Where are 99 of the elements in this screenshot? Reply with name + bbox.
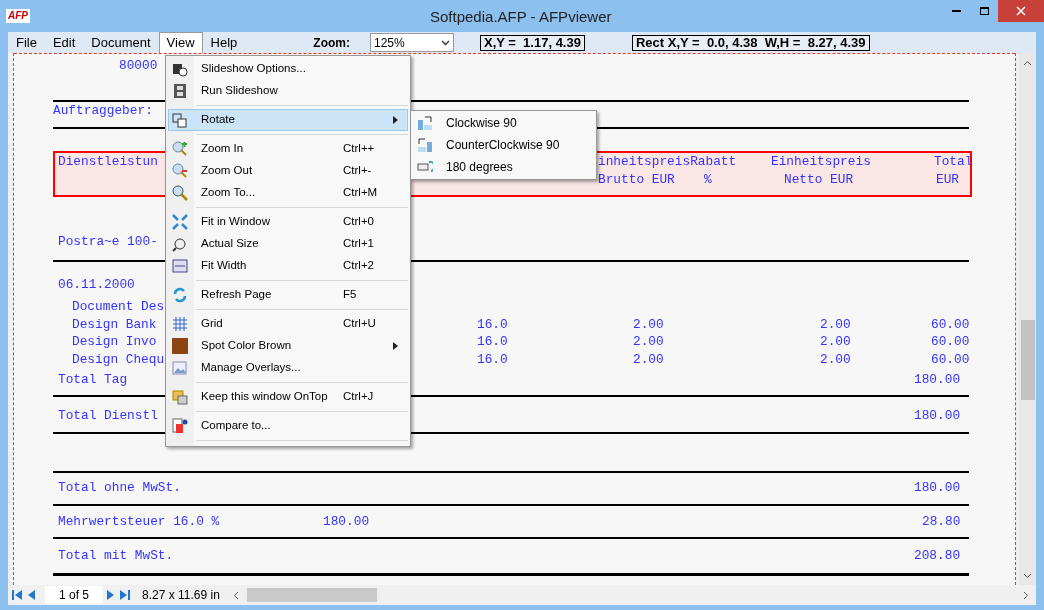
menu-item[interactable]: Actual Size Ctrl+1: [168, 233, 408, 255]
document-text: Dienstleistun: [58, 154, 158, 170]
document-text: Netto EUR: [784, 172, 854, 188]
document-text: 16.0: [477, 334, 508, 350]
vertical-scrollbar[interactable]: [1019, 53, 1036, 585]
menu-item[interactable]: Zoom Out Ctrl+-: [168, 160, 408, 182]
menu-item[interactable]: Rotate: [168, 109, 408, 131]
scroll-down-icon: [1023, 573, 1032, 579]
menu-bar-item[interactable]: View: [158, 32, 203, 53]
document-text: 80000: [119, 58, 158, 74]
window-title: Softpedia.AFP - AFPviewer: [430, 7, 612, 27]
menu-item[interactable]: Zoom In Ctrl++: [168, 138, 408, 160]
menu-item[interactable]: Fit Width Ctrl+2: [168, 255, 408, 277]
close-icon: [1016, 6, 1026, 16]
menu-item[interactable]: Compare to...: [168, 415, 408, 437]
menu-bar-item[interactable]: Help: [202, 32, 246, 53]
page-size: 8.27 x 11.69 in: [142, 587, 220, 604]
document-text: Postra~e 100-: [58, 234, 158, 250]
cursor-coordinates: X,Y = 1.17, 4.39: [479, 34, 585, 51]
search-icon: [172, 185, 188, 201]
color-swatch-icon: [172, 338, 188, 354]
rotate-icon: [172, 112, 188, 128]
zoom-label: Zoom:: [313, 34, 350, 52]
menu-item[interactable]: Spot Color Brown: [168, 335, 408, 357]
arrows-inward-icon: [172, 214, 188, 230]
grid-icon: [172, 316, 188, 332]
rotate-clockwise-icon: [417, 115, 433, 131]
menu-item[interactable]: Keep this window OnTop Ctrl+J: [168, 386, 408, 408]
page-indicator: 1 of 5: [45, 586, 104, 604]
document-text: Brutto EUR: [598, 172, 675, 188]
document-text: 60.00: [931, 352, 970, 368]
document-text: 2.00: [820, 317, 851, 333]
zoom-out-icon: [172, 163, 188, 179]
scroll-right-icon: [1023, 590, 1029, 600]
document-text: Design Chequ: [72, 352, 165, 368]
document-text: 28.80: [922, 514, 961, 530]
fit-width-icon: [172, 258, 188, 274]
document-text: Auftraggeber:: [53, 103, 153, 119]
magnifier-icon: [172, 236, 188, 252]
document-text: 180.00: [914, 372, 961, 388]
scroll-left-icon: [232, 590, 239, 600]
document-text: 60.00: [931, 334, 970, 350]
scroll-up-icon: [1023, 60, 1032, 66]
zoom-in-icon: [172, 141, 188, 157]
selection-rectangle: Rect X,Y = 0.0, 4.38 W,H = 8.27, 4.39: [631, 34, 870, 51]
document-text: 2.00: [633, 334, 664, 350]
document-text: 2.00: [633, 352, 664, 368]
document-text: Total ohne MwSt.: [58, 480, 181, 496]
document-text: Document Des: [72, 299, 165, 315]
document-text: 16.0: [477, 352, 508, 368]
document-text: 16.0: [477, 317, 508, 333]
projector-icon: [172, 61, 188, 77]
document-text: inheitspreisRabatt: [598, 154, 737, 170]
document-text: 180.00: [914, 408, 961, 424]
compare-icon: [172, 418, 188, 434]
rotate-180-icon: [417, 159, 433, 175]
document-text: Design Bank: [72, 317, 157, 333]
document-text: 208.80: [914, 548, 961, 564]
document-text: 2.00: [820, 334, 851, 350]
first-page-icon[interactable]: [11, 589, 23, 601]
document-text: 2.00: [633, 317, 664, 333]
chevron-down-icon: [440, 39, 450, 46]
document-text: %: [704, 172, 712, 188]
window-stack-icon: [172, 389, 188, 405]
rotate-counterclockwise-icon: [417, 137, 433, 153]
refresh-icon: [172, 287, 188, 303]
menu-item[interactable]: Manage Overlays...: [168, 357, 408, 379]
document-text: 180.00: [323, 514, 370, 530]
document-text: Total Tag: [58, 372, 128, 388]
document-text: EUR: [936, 172, 960, 188]
document-text: Total mit MwSt.: [58, 548, 174, 564]
document-text: 06.11.2000: [58, 277, 135, 293]
menu-bar-item[interactable]: Document: [83, 32, 159, 53]
document-text: Total Dienstl: [58, 408, 158, 424]
zoom-dropdown[interactable]: 125%: [369, 33, 454, 52]
last-page-icon[interactable]: [119, 589, 132, 601]
document-text: Mehrwertsteuer 16.0 %: [58, 514, 220, 530]
film-icon: [172, 83, 188, 99]
submenu-item[interactable]: CounterClockwise 90: [411, 134, 596, 156]
app-logo: AFP: [6, 9, 30, 23]
document-text: 60.00: [931, 317, 970, 333]
document-text: 2.00: [820, 352, 851, 368]
menu-bar-item[interactable]: File: [8, 32, 45, 53]
document-text: 180.00: [914, 480, 961, 496]
menu-item[interactable]: Run Slideshow: [168, 80, 408, 102]
scroll-thumb[interactable]: [1020, 320, 1035, 400]
document-text: Design Invo: [72, 334, 157, 350]
menu-item[interactable]: Refresh Page F5: [168, 284, 408, 306]
document-text: Einheitspreis: [771, 154, 871, 170]
previous-page-icon[interactable]: [26, 589, 36, 601]
menu-bar-item[interactable]: Edit: [44, 32, 84, 53]
scroll-thumb[interactable]: [246, 588, 377, 602]
menu-item[interactable]: Zoom To... Ctrl+M: [168, 182, 408, 204]
menu-item[interactable]: Grid Ctrl+U: [168, 313, 408, 335]
menu-item[interactable]: Slideshow Options...: [168, 58, 408, 80]
submenu-item[interactable]: 180 degrees: [411, 156, 596, 178]
submenu-item[interactable]: Clockwise 90: [411, 112, 596, 134]
menu-item[interactable]: Fit in Window Ctrl+0: [168, 211, 408, 233]
image-icon: [172, 360, 188, 376]
